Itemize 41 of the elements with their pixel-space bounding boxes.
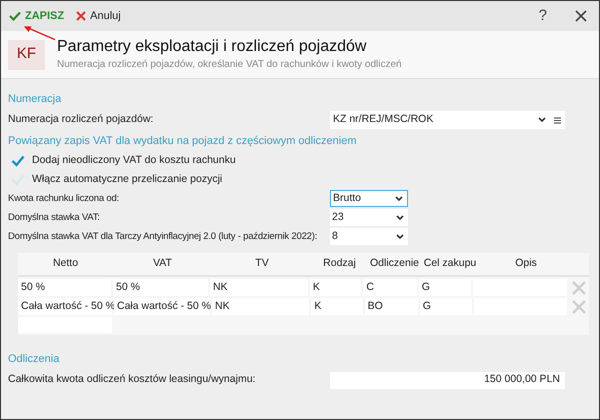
table-cell: NK bbox=[210, 279, 308, 296]
menu-icon bbox=[554, 116, 561, 124]
table-cell: G bbox=[420, 298, 472, 315]
checkbox-label: Dodaj nieodliczony VAT do kosztu rachunku bbox=[32, 152, 236, 168]
section-heading: Odliczenia bbox=[8, 352, 60, 367]
chevron-down-icon bbox=[396, 214, 404, 220]
cancel-button[interactable]: Anuluj bbox=[76, 8, 121, 24]
chevron-down-icon bbox=[396, 234, 404, 240]
table-cell: BO bbox=[364, 298, 418, 315]
numbering-combo[interactable]: KZ nr/REJ/MSC/ROK bbox=[330, 111, 565, 129]
field-label: Numeracja rozliczeń pojazdów: bbox=[8, 112, 154, 128]
table-cell: Cała wartość - 50 % bbox=[114, 298, 210, 315]
close-button[interactable] bbox=[575, 10, 587, 22]
check-icon bbox=[9, 11, 21, 21]
page-subtitle: Numeracja rozliczeń pojazdów, określanie VAT do rachunków i kwoty odliczeń bbox=[57, 58, 402, 72]
field-label: Domyślna stawka VAT: bbox=[8, 212, 100, 223]
close-icon bbox=[76, 11, 86, 21]
help-button[interactable]: ? bbox=[534, 4, 551, 28]
dropdown[interactable]: 23 bbox=[330, 209, 408, 226]
field-label: Domyślna stawka VAT dla Tarczy Antyinflacyjnej 2.0 (luty - październik 2022): bbox=[8, 230, 318, 242]
table-cell: C bbox=[363, 279, 417, 296]
table-cell: 50 % bbox=[18, 279, 111, 296]
table-cell: K bbox=[310, 279, 362, 296]
checkbox-label: Włącz automatyczne przeliczanie pozycji bbox=[32, 172, 222, 187]
chevron-down-icon bbox=[538, 117, 546, 123]
field-label: Całkowita kwota odliczeń kosztów leasingu/wynajmu: bbox=[8, 372, 256, 388]
annotation-arrow bbox=[23, 25, 56, 41]
section-heading: Numeracja bbox=[8, 92, 62, 107]
field-label: Kwota rachunku liczona od: bbox=[8, 192, 119, 204]
section-heading: Powiązany zapis VAT dla wydatku na pojazd z częściowym odliczeniem bbox=[8, 134, 358, 149]
table-cell: G bbox=[418, 279, 472, 296]
amount-field[interactable]: 150 000,00 PLN bbox=[330, 372, 565, 388]
table-cell: 50 % bbox=[113, 279, 208, 296]
table-cell: NK bbox=[212, 298, 310, 315]
chevron-down-icon bbox=[395, 196, 403, 202]
module-badge: KF bbox=[8, 40, 45, 70]
table-cell: K bbox=[311, 298, 363, 315]
dropdown[interactable]: Brutto bbox=[330, 190, 408, 207]
dropdown[interactable]: 8 bbox=[330, 228, 408, 245]
delete-row-button[interactable] bbox=[569, 298, 589, 315]
page-title: Parametry eksploatacji i rozliczeń pojazdów bbox=[57, 37, 368, 57]
